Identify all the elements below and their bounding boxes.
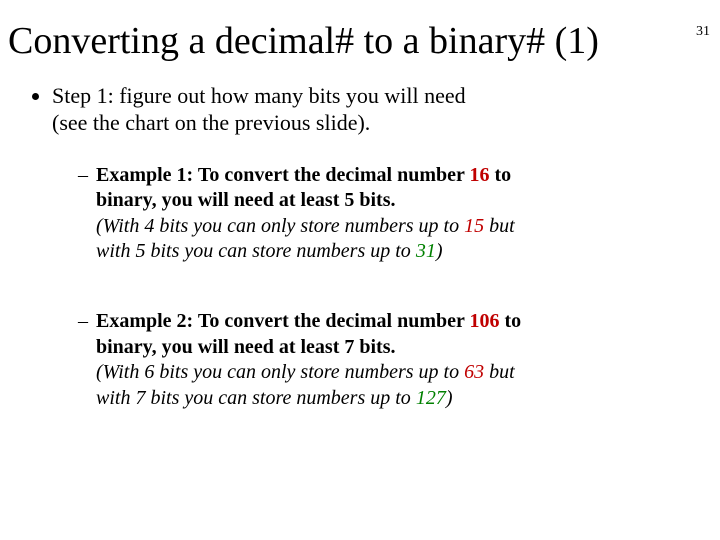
ex1-note: (With 4 bits you can only store numbers … [96,215,515,263]
ex1-number: 16 [470,164,490,186]
ex1-lead-a: Example 1: To convert the decimal number [96,164,470,186]
step-line1: Step 1: figure out how many bits you wil… [52,83,466,108]
ex2-limit-low: 63 [464,361,484,383]
example-1: Example 1: To convert the decimal number… [78,163,600,265]
slide: 31 Converting a decimal# to a binary# (1… [0,20,720,540]
ex2-lead: Example 2: To convert the decimal number… [96,310,521,358]
ex2-limit-high: 127 [416,387,446,409]
slide-title: Converting a decimal# to a binary# (1) [8,20,712,64]
step-line2: (see the chart on the previous slide). [52,110,370,135]
ex2-lead-a: Example 2: To convert the decimal number [96,310,470,332]
ex2-number: 106 [470,310,500,332]
example-2: Example 2: To convert the decimal number… [78,309,600,411]
ex1-note-a: (With 4 bits you can only store numbers … [96,215,464,237]
ex2-note-a: (With 6 bits you can only store numbers … [96,361,464,383]
ex2-note-c: ) [446,387,453,409]
step-item: Step 1: figure out how many bits you wil… [52,82,720,412]
ex1-lead: Example 1: To convert the decimal number… [96,164,511,212]
ex1-limit-low: 15 [464,215,484,237]
bullet-list: Step 1: figure out how many bits you wil… [0,82,720,412]
page-number: 31 [696,24,710,40]
ex1-limit-high: 31 [416,240,436,262]
examples-group: Example 1: To convert the decimal number… [52,163,600,412]
ex1-note-c: ) [436,240,443,262]
ex2-note: (With 6 bits you can only store numbers … [96,361,515,409]
